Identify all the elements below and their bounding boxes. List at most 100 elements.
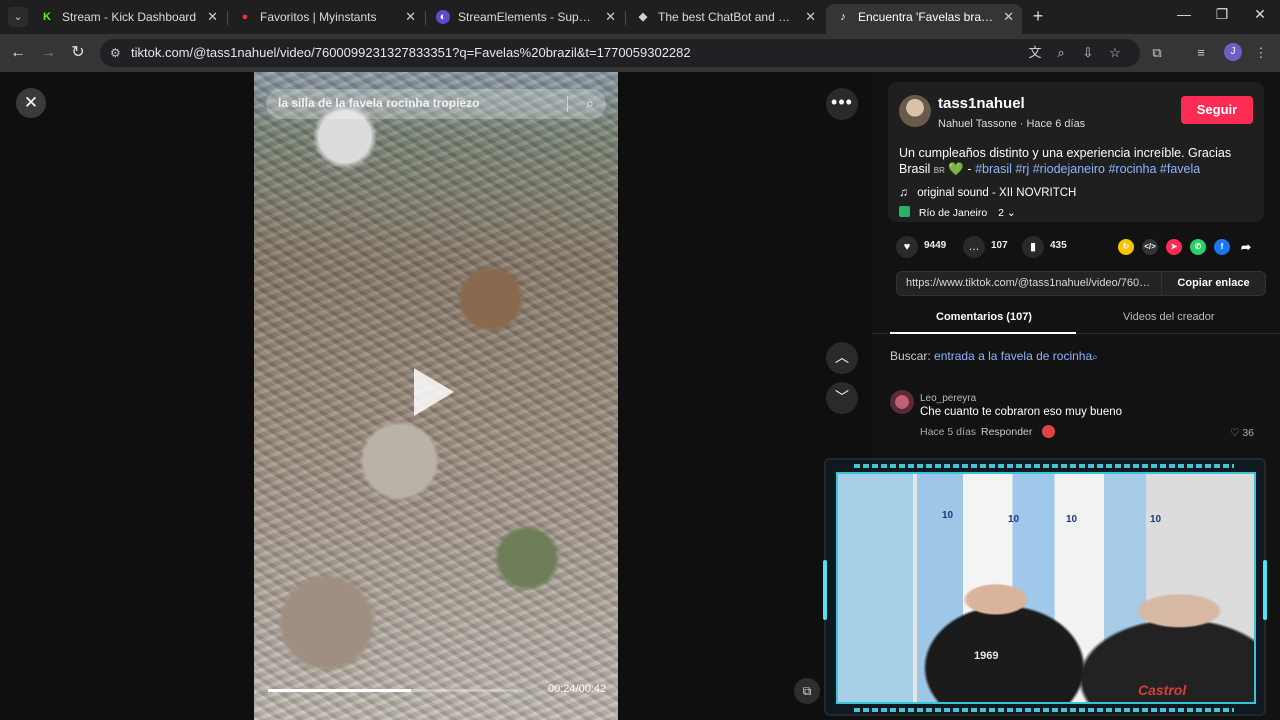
profile-avatar[interactable]: J bbox=[1224, 43, 1242, 61]
close-tab-icon[interactable]: ✕ bbox=[1003, 4, 1014, 30]
zoom-icon[interactable]: ⌕ bbox=[1052, 45, 1070, 61]
close-video-button[interactable]: ✕ bbox=[16, 88, 46, 118]
related-search-term[interactable]: entrada a la favela de rocinha bbox=[934, 349, 1092, 363]
sound-link[interactable]: ♫ original sound - XII NOVRITCH bbox=[899, 185, 1076, 199]
location-count[interactable]: 2 bbox=[998, 207, 1004, 219]
creator-display-name: Nahuel Tassone bbox=[938, 118, 1017, 130]
location-name[interactable]: Río de Janeiro bbox=[919, 207, 987, 219]
repost-icon[interactable]: ↻ bbox=[1118, 239, 1134, 255]
comment-time: Hace 5 días bbox=[920, 426, 977, 438]
copy-link-button[interactable]: Copiar enlace bbox=[1161, 272, 1265, 295]
avatar[interactable] bbox=[899, 95, 931, 127]
kick-icon: K bbox=[43, 11, 51, 23]
address-url[interactable]: tiktok.com/@tass1nahuel/video/7600099231… bbox=[131, 45, 691, 60]
comments-tabs: Comentarios (107) Videos del creador bbox=[872, 308, 1280, 334]
browser-menu-icon[interactable]: ⋮ bbox=[1252, 44, 1270, 62]
tab-myinstants[interactable]: ● Favoritos | Myinstants ✕ bbox=[228, 4, 424, 34]
tab-label: Encuentra 'Favelas brazil' en Tik bbox=[858, 10, 994, 24]
close-tab-icon[interactable]: ✕ bbox=[405, 4, 416, 30]
comment-username[interactable]: Leo_pereyra bbox=[920, 393, 976, 404]
restore-icon[interactable]: ❐ bbox=[1212, 6, 1232, 23]
tiktok-icon: ♪ bbox=[840, 11, 846, 23]
new-tab-icon[interactable]: + bbox=[1028, 6, 1048, 27]
video-search-query[interactable]: la silla de la favela rocinha tropiezo bbox=[278, 96, 479, 110]
overlay-right-accent bbox=[1263, 560, 1267, 620]
tab-label: Stream - Kick Dashboard bbox=[62, 10, 197, 24]
play-icon[interactable] bbox=[414, 368, 454, 416]
minimize-icon[interactable]: — bbox=[1174, 6, 1194, 22]
site-info-icon[interactable]: ⚙ bbox=[110, 46, 121, 60]
like-heart-icon[interactable]: ♥ bbox=[896, 236, 918, 258]
share-url[interactable]: https://www.tiktok.com/@tass1nahuel/vide… bbox=[906, 277, 1154, 289]
jersey-number: 10 bbox=[942, 510, 954, 521]
list-item: Leo_pereyra Che cuanto te cobraron eso m… bbox=[890, 390, 1270, 442]
video-player[interactable]: la silla de la favela rocinha tropiezo ⌕… bbox=[254, 72, 618, 720]
embed-code-icon[interactable]: </> bbox=[1142, 239, 1158, 255]
description-dash: - bbox=[967, 161, 976, 176]
install-app-icon[interactable]: ⇩ bbox=[1079, 45, 1097, 61]
browser-toolbar: ← → ↻ ⚙ tiktok.com/@tass1nahuel/video/76… bbox=[0, 34, 1280, 72]
chevron-down-icon[interactable]: ⌄ bbox=[1007, 207, 1016, 219]
avatar[interactable] bbox=[890, 390, 914, 414]
back-icon[interactable]: ← bbox=[8, 43, 28, 63]
next-video-button[interactable]: ﹀ bbox=[826, 382, 858, 414]
picture-in-picture-icon[interactable]: ⧉ bbox=[794, 678, 820, 704]
tab-chatbot-widgets[interactable]: ◆ The best ChatBot and Widgets f ✕ bbox=[626, 4, 824, 34]
overlay-top-accent bbox=[854, 464, 1234, 468]
heart-outline-icon[interactable]: ♡ bbox=[1230, 427, 1239, 439]
tab-tiktok-search[interactable]: ♪ Encuentra 'Favelas brazil' en Tik ✕ bbox=[826, 4, 1022, 34]
tab-kick-dashboard[interactable]: K Stream - Kick Dashboard ✕ bbox=[30, 4, 226, 34]
creator-liked-icon bbox=[1042, 425, 1055, 438]
comment-like-count: 36 bbox=[1242, 427, 1254, 439]
tab-comments[interactable]: Comentarios (107) bbox=[936, 311, 1032, 323]
overlay-left-accent bbox=[823, 560, 827, 620]
location-link[interactable]: Río de Janeiro 2 ⌄ bbox=[899, 206, 1016, 219]
myinstants-icon: ● bbox=[241, 11, 249, 23]
close-tab-icon[interactable]: ✕ bbox=[207, 4, 218, 30]
tab-label: The best ChatBot and Widgets f bbox=[658, 10, 796, 24]
extensions-icon[interactable]: ⧉ bbox=[1148, 44, 1166, 62]
tab-creator-videos[interactable]: Videos del creador bbox=[1123, 311, 1215, 323]
hashtags-link[interactable]: #brasil #rj #riodejaneiro #rocinha #fave… bbox=[975, 162, 1200, 176]
search-icon[interactable]: ⌕ bbox=[586, 95, 594, 112]
video-search-bar[interactable]: la silla de la favela rocinha tropiezo ⌕ bbox=[266, 89, 606, 119]
webcam-overlay: 10 10 10 10 1969 Castrol bbox=[823, 458, 1267, 716]
tab-streamelements[interactable]: ◐ StreamElements - Superposicione ✕ bbox=[426, 4, 624, 34]
overlay-bottom-accent bbox=[854, 708, 1234, 712]
share-link-box: https://www.tiktok.com/@tass1nahuel/vide… bbox=[896, 271, 1266, 296]
share-arrow-icon[interactable]: ➦ bbox=[1238, 239, 1254, 255]
close-tab-icon[interactable]: ✕ bbox=[605, 4, 616, 30]
search-icon[interactable]: ⌕ bbox=[1092, 352, 1098, 363]
comment-likes[interactable]: ♡ 36 bbox=[1230, 427, 1254, 439]
jersey-number: 10 bbox=[1066, 514, 1078, 525]
sound-title[interactable]: original sound - XII NOVRITCH bbox=[917, 187, 1076, 199]
comment-text: Che cuanto te cobraron eso muy bueno bbox=[920, 406, 1123, 418]
comment-bubble-icon[interactable]: … bbox=[963, 236, 985, 258]
send-icon[interactable]: ➤ bbox=[1166, 239, 1182, 255]
chatbot-icon: ◆ bbox=[638, 11, 648, 23]
media-controls-icon[interactable]: ≡ bbox=[1192, 44, 1210, 62]
creator-username[interactable]: tass1nahuel bbox=[938, 95, 1025, 112]
video-progress-fill bbox=[268, 689, 411, 692]
browser-tab-strip: ⌄ K Stream - Kick Dashboard ✕ ● Favorito… bbox=[0, 0, 1280, 34]
location-pin-icon bbox=[899, 206, 910, 217]
whatsapp-icon[interactable]: ✆ bbox=[1190, 239, 1206, 255]
previous-video-button[interactable]: ︿ bbox=[826, 342, 858, 374]
window-close-icon[interactable]: ✕ bbox=[1250, 6, 1270, 23]
follow-button[interactable]: Seguir bbox=[1181, 96, 1253, 124]
more-options-button[interactable]: ••• bbox=[826, 88, 858, 120]
creator-subtitle: Nahuel Tassone · Hace 6 días bbox=[938, 118, 1085, 130]
translate-icon[interactable]: 文 bbox=[1026, 45, 1044, 61]
cap-print: Castrol bbox=[1138, 682, 1187, 698]
bookmark-star-icon[interactable]: ☆ bbox=[1106, 45, 1124, 61]
bookmark-icon[interactable]: ▮ bbox=[1022, 236, 1044, 258]
facebook-icon[interactable]: f bbox=[1214, 239, 1230, 255]
forward-icon[interactable]: → bbox=[38, 43, 58, 63]
video-progress-bar[interactable] bbox=[268, 689, 518, 692]
reply-button[interactable]: Responder bbox=[981, 426, 1032, 438]
reload-icon[interactable]: ↻ bbox=[68, 43, 88, 63]
close-tab-icon[interactable]: ✕ bbox=[805, 4, 816, 30]
address-bar[interactable]: ⚙ tiktok.com/@tass1nahuel/video/76000992… bbox=[100, 39, 1140, 67]
tab-search-menu[interactable]: ⌄ bbox=[8, 7, 28, 27]
streamelements-icon: ◐ bbox=[436, 10, 450, 24]
